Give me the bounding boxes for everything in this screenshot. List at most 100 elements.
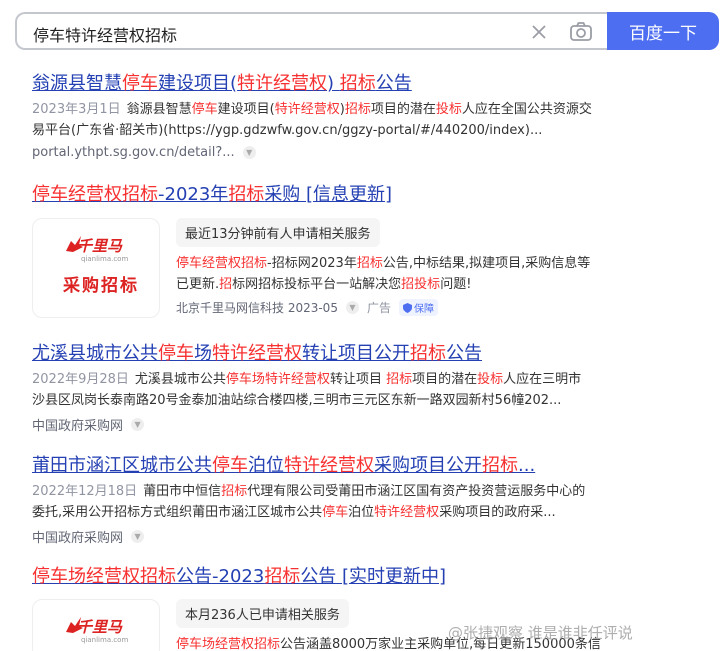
abstract-highlight: 招 bbox=[219, 277, 233, 292]
title-text: 泊位 bbox=[248, 455, 284, 476]
result-title[interactable]: 翁源县智慧停车建设项目(特许经营权) 招标公告 bbox=[32, 72, 592, 96]
title-text: ... bbox=[518, 455, 536, 476]
title-text: 翁源县智慧 bbox=[32, 73, 122, 94]
abstract-highlight: 停车场 bbox=[176, 637, 216, 651]
title-highlight: 招标 bbox=[140, 566, 176, 587]
chevron-down-icon[interactable]: ▼ bbox=[345, 301, 359, 314]
badge-label: 保障 bbox=[413, 304, 434, 315]
ad-content: 最近13分钟前有人申请相关服务 停车经营权招标-招标网2023年招标公告,中标结… bbox=[176, 218, 596, 316]
title-highlight: 经营权 bbox=[86, 566, 140, 587]
abstract-highlight: 特许经营权 bbox=[374, 505, 440, 520]
result-source: 中国政府采购网 ▼ bbox=[32, 415, 592, 434]
title-highlight: 招标 bbox=[122, 184, 158, 205]
advertiser-name[interactable]: 北京千里马网信科技 2023-05 bbox=[176, 299, 338, 316]
abstract-highlight: 招标 bbox=[386, 372, 413, 387]
result-abstract: 2023年3月1日 翁源县智慧停车建设项目(特许经营权)招标项目的潜在投标人应在全… bbox=[32, 99, 592, 141]
abstract-text: 问题! bbox=[440, 277, 472, 292]
camera-icon[interactable] bbox=[569, 21, 593, 43]
abstract-text: 尤溪县城市公共 bbox=[134, 372, 226, 387]
result-abstract: 2022年12月18日 莆田市中恒信招标代理有限公司受莆田市涵江区国有资产投资营运… bbox=[32, 481, 592, 523]
title-text: ) bbox=[327, 73, 340, 94]
guarantee-badge[interactable]: 保障 bbox=[398, 299, 438, 316]
abstract-highlight: 特许经营权 bbox=[274, 102, 340, 117]
ad-body: 千里马 qianlima.com 采购招标 最近13分钟前有人申请相关服务 停车… bbox=[32, 218, 592, 322]
ad-label: 广告 bbox=[366, 301, 391, 315]
search-result: 莆田市涵江区城市公共停车泊位特许经营权采购项目公开招标... 2022年12月1… bbox=[32, 454, 592, 546]
shield-icon bbox=[402, 302, 412, 313]
abstract-text: 莆田市中恒信 bbox=[143, 484, 222, 499]
source-name[interactable]: 中国政府采购网 bbox=[32, 527, 123, 546]
search-query-text: 停车特许经营权招标 bbox=[33, 26, 178, 45]
source-url[interactable]: portal.ythpt.sg.gov.cn/detail?... bbox=[32, 145, 235, 160]
title-text: 尤溪县城市公共 bbox=[32, 343, 158, 364]
search-result: 尤溪县城市公共停车场特许经营权转让项目公开招标公告 2022年9月28日 尤溪县城… bbox=[32, 342, 592, 434]
abstract-text: 转让项目 bbox=[329, 372, 387, 387]
result-source: portal.ythpt.sg.gov.cn/detail?... ▼ bbox=[32, 145, 592, 160]
title-highlight: 特许经营权 bbox=[212, 343, 302, 364]
search-result: 翁源县智慧停车建设项目(特许经营权) 招标公告 2023年3月1日 翁源县智慧停车… bbox=[32, 72, 592, 160]
abstract-highlight: 招标 bbox=[344, 102, 371, 117]
abstract-highlight: 招投标 bbox=[401, 277, 441, 292]
title-highlight: 停车 bbox=[32, 184, 68, 205]
abstract-highlight: 停车场 bbox=[225, 372, 265, 387]
abstract-text: 翁源县智慧 bbox=[126, 102, 192, 117]
title-highlight: 招标 bbox=[264, 566, 301, 587]
ad-title[interactable]: 停车经营权招标-2023年招标采购 [信息更新] bbox=[32, 183, 592, 207]
title-text: 采购项目公开 bbox=[374, 455, 482, 476]
ad-tag: 本月236人已申请相关服务 bbox=[176, 599, 349, 628]
abstract-text: -招标网2023年 bbox=[267, 256, 357, 271]
search-button[interactable]: 百度一下 bbox=[607, 12, 719, 50]
abstract-highlight: 特许经营权 bbox=[264, 372, 330, 387]
logo-brand-sub: qianlima.com bbox=[81, 255, 129, 263]
title-text: 转让项目公开 bbox=[302, 343, 410, 364]
result-title[interactable]: 莆田市涵江区城市公共停车泊位特许经营权采购项目公开招标... bbox=[32, 454, 592, 478]
chevron-down-icon[interactable]: ▼ bbox=[131, 530, 145, 543]
chevron-down-icon[interactable]: ▼ bbox=[131, 418, 145, 431]
title-highlight: 招标 bbox=[228, 184, 265, 205]
title-highlight: 招标 bbox=[339, 73, 376, 94]
abstract-highlight: 经营权 bbox=[202, 256, 242, 271]
abstract-highlight: 投标 bbox=[477, 372, 504, 387]
title-text: 公告 [实时更新中] bbox=[300, 566, 447, 587]
result-abstract: 2022年9月28日 尤溪县城市公共停车场特许经营权转让项目 招标项目的潜在投标人… bbox=[32, 369, 592, 411]
abstract-highlight: 招标 bbox=[254, 637, 281, 651]
abstract-highlight: 经营权 bbox=[215, 637, 255, 651]
abstract-text: 项目的潜在 bbox=[370, 102, 436, 117]
ad-source: 北京千里马网信科技 2023-05 ▼ 广告 保障 bbox=[176, 299, 596, 316]
title-highlight: 停车 bbox=[212, 455, 248, 476]
abstract-highlight: 停车 bbox=[191, 102, 218, 117]
logo-brand-sub: qianlima.com bbox=[81, 636, 129, 644]
source-name[interactable]: 中国政府采购网 bbox=[32, 415, 123, 434]
ad-logo[interactable]: 千里马 qianlima.com bbox=[32, 599, 160, 651]
search-input[interactable]: 停车特许经营权招标 bbox=[15, 12, 609, 50]
clear-icon[interactable] bbox=[529, 22, 549, 42]
logo-caption: 采购招标 bbox=[63, 276, 139, 296]
title-text: 采购 [信息更新] bbox=[264, 184, 393, 205]
abstract-highlight: 投标 bbox=[435, 102, 462, 117]
abstract-text: 泊位 bbox=[348, 505, 375, 520]
search-bar: 停车特许经营权招标 百度一下 bbox=[15, 12, 719, 50]
watermark: @张捷观察 谁是谁非任评说 bbox=[448, 624, 633, 642]
title-highlight: 招标 bbox=[482, 455, 518, 476]
ad-logo[interactable]: 千里马 qianlima.com 采购招标 bbox=[32, 218, 160, 318]
title-highlight: 特许经营权 bbox=[237, 73, 328, 94]
ad-result: 停车经营权招标-2023年招标采购 [信息更新] bbox=[32, 183, 592, 207]
title-text: 公告 bbox=[446, 343, 482, 364]
title-text: -2023年 bbox=[158, 184, 229, 205]
ad-title[interactable]: 停车场经营权招标公告-2023招标公告 [实时更新中] bbox=[32, 565, 592, 589]
result-date: 2022年12月18日 bbox=[32, 484, 138, 499]
result-source: 中国政府采购网 ▼ bbox=[32, 527, 592, 546]
title-highlight: 停车场 bbox=[32, 566, 86, 587]
logo-brand: 千里马 bbox=[77, 237, 123, 255]
abstract-highlight: 停车 bbox=[176, 256, 203, 271]
title-text: 建设项目( bbox=[158, 73, 238, 94]
logo-brand: 千里马 bbox=[77, 618, 123, 636]
ad-abstract: 停车经营权招标-招标网2023年招标公告,中标结果,拟建项目,采购信息等已更新.… bbox=[176, 253, 596, 295]
chevron-down-icon[interactable]: ▼ bbox=[242, 146, 256, 159]
abstract-text: 项目的潜在 bbox=[412, 372, 478, 387]
title-text: 场 bbox=[194, 343, 212, 364]
abstract-highlight: 招标 bbox=[241, 256, 268, 271]
result-title[interactable]: 尤溪县城市公共停车场特许经营权转让项目公开招标公告 bbox=[32, 342, 592, 366]
abstract-highlight: 招标 bbox=[356, 256, 383, 271]
title-highlight: 停车 bbox=[122, 73, 158, 94]
